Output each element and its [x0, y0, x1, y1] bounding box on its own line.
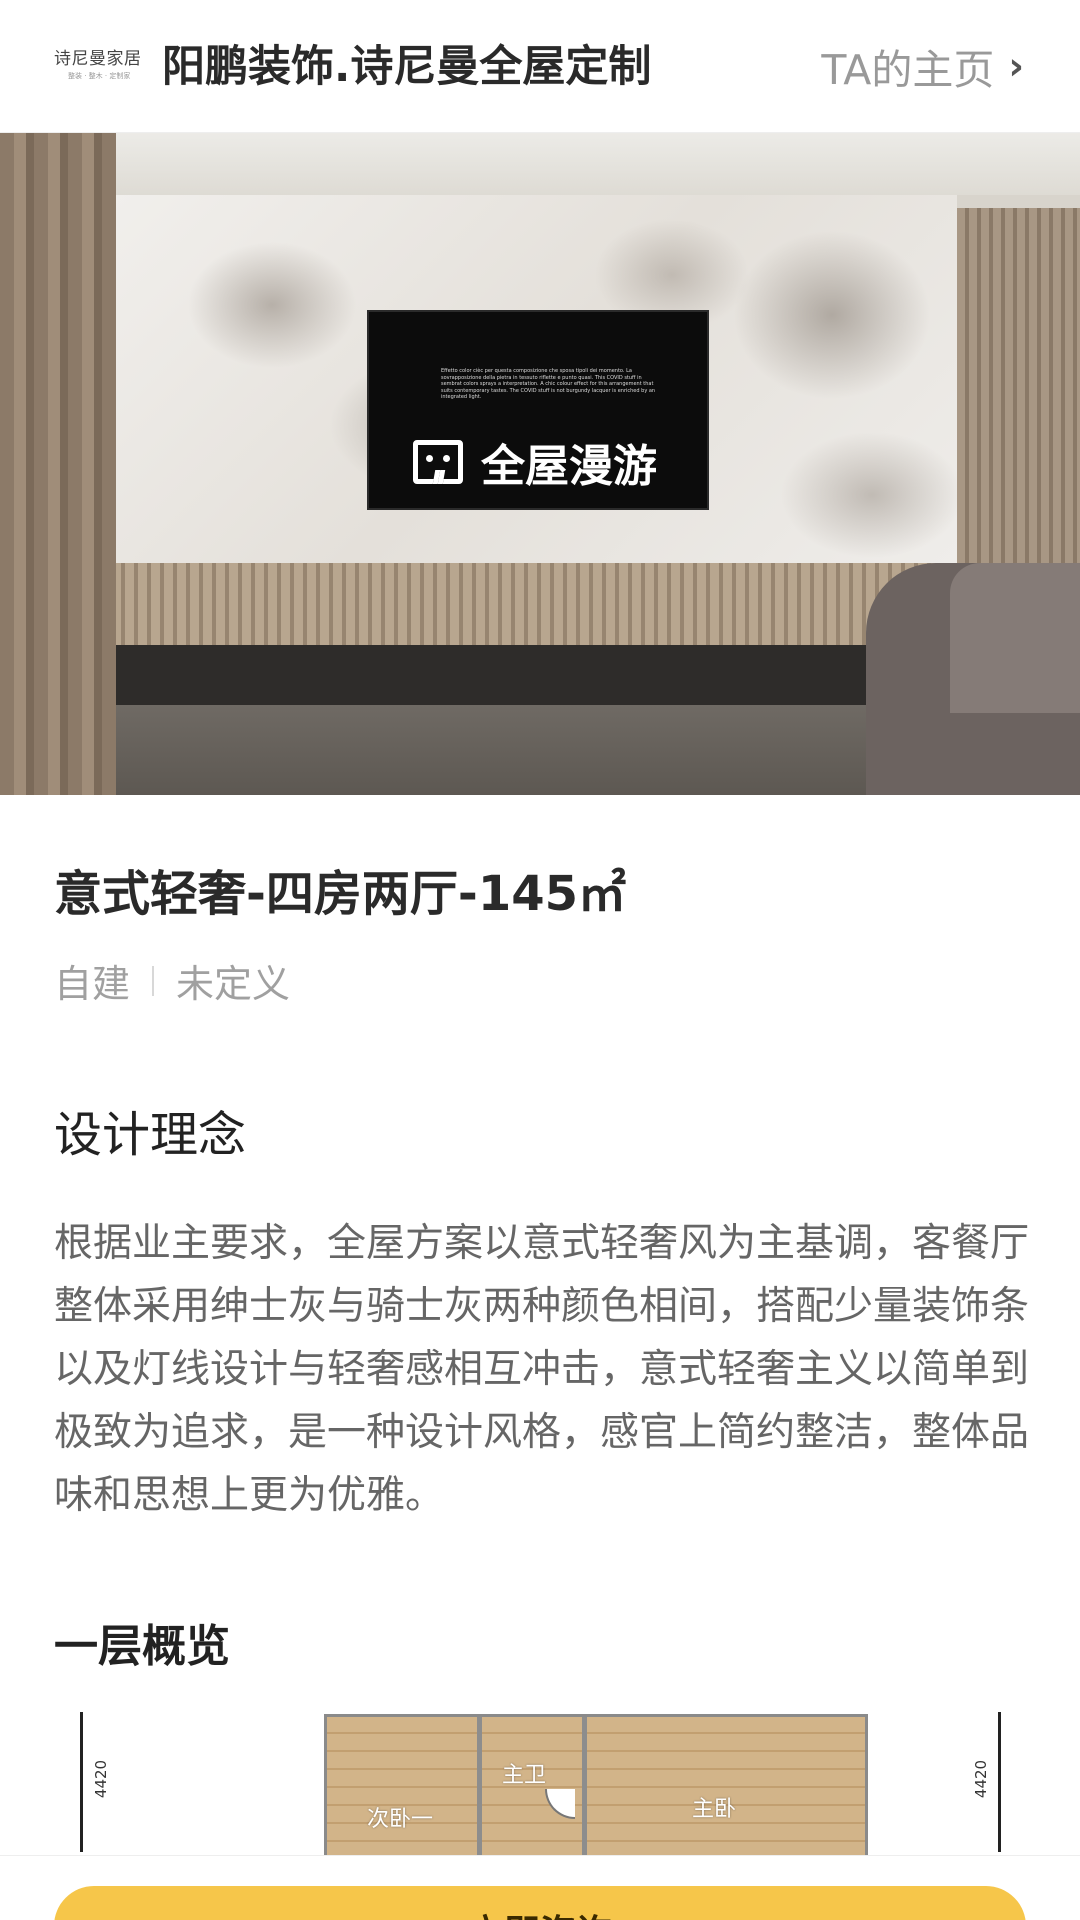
dimension-label-left: 4420	[92, 1759, 111, 1799]
ta-home-link[interactable]: TA的主页 ›	[821, 36, 1024, 96]
ceiling	[0, 133, 1080, 195]
logo-subtext: 整装 · 整木 · 定制家	[68, 72, 131, 80]
bottom-bar: 立即咨询	[0, 1855, 1080, 1920]
consult-button-label: 立即咨询	[54, 1904, 1026, 1920]
concept-heading: 设计理念	[54, 1107, 247, 1163]
logo-text: 诗尼曼家居	[54, 49, 142, 69]
vr-tour-label: 全屋漫游	[481, 441, 657, 492]
concept-body: 根据业主要求，全屋方案以意式轻奢风为主基调，客餐厅整体采用绅士灰与骑士灰两种颜色…	[54, 1221, 1030, 1518]
consult-button[interactable]: 立即咨询	[54, 1886, 1026, 1920]
home-link-label: TA的主页	[821, 46, 995, 94]
chevron-right-icon: ›	[1008, 44, 1024, 88]
floor-plan[interactable]: 4420 4420 次卧一 主卫 主卧	[0, 1710, 1080, 1855]
case-tag-status: 未定义	[176, 962, 291, 1006]
room-label-master-bedroom: 主卧	[692, 1797, 737, 1822]
floor-overview-heading: 一层概览	[54, 1621, 230, 1672]
room-label-master-bath: 主卫	[502, 1763, 547, 1788]
room-bedroom-2[interactable]	[327, 1717, 477, 1855]
tv-screen-text: Effetto color cièc per questa composizio…	[441, 368, 656, 400]
case-title: 意式轻奢-四房两厅-145㎡	[54, 866, 627, 922]
case-meta: 自建 未定义	[54, 953, 290, 1008]
curtain	[0, 133, 116, 795]
meta-divider	[152, 965, 155, 996]
sofa-cushion	[950, 563, 1080, 713]
top-header: 诗尼曼家居 整装 · 整木 · 定制家 阳鹏装饰.诗尼曼全屋定制 TA的主页 ›	[0, 0, 1080, 133]
dimension-label-right: 4420	[972, 1759, 991, 1799]
room-label-bedroom-2: 次卧一	[367, 1807, 434, 1832]
brand-title: 阳鹏装饰.诗尼曼全屋定制	[162, 42, 652, 92]
vr-tour-button[interactable]: 全屋漫游	[413, 438, 657, 492]
brand-logo[interactable]: 诗尼曼家居 整装 · 整木 · 定制家	[54, 44, 142, 80]
dimension-line-right	[998, 1712, 1001, 1852]
vr-tour-icon	[413, 440, 463, 484]
floor-plan-rooms: 次卧一 主卫 主卧	[324, 1714, 868, 1855]
room-master-bedroom[interactable]	[587, 1717, 865, 1855]
hero-image[interactable]: Effetto color cièc per questa composizio…	[0, 133, 1080, 795]
case-tag-source: 自建	[54, 962, 131, 1006]
dimension-line-left	[80, 1712, 83, 1852]
